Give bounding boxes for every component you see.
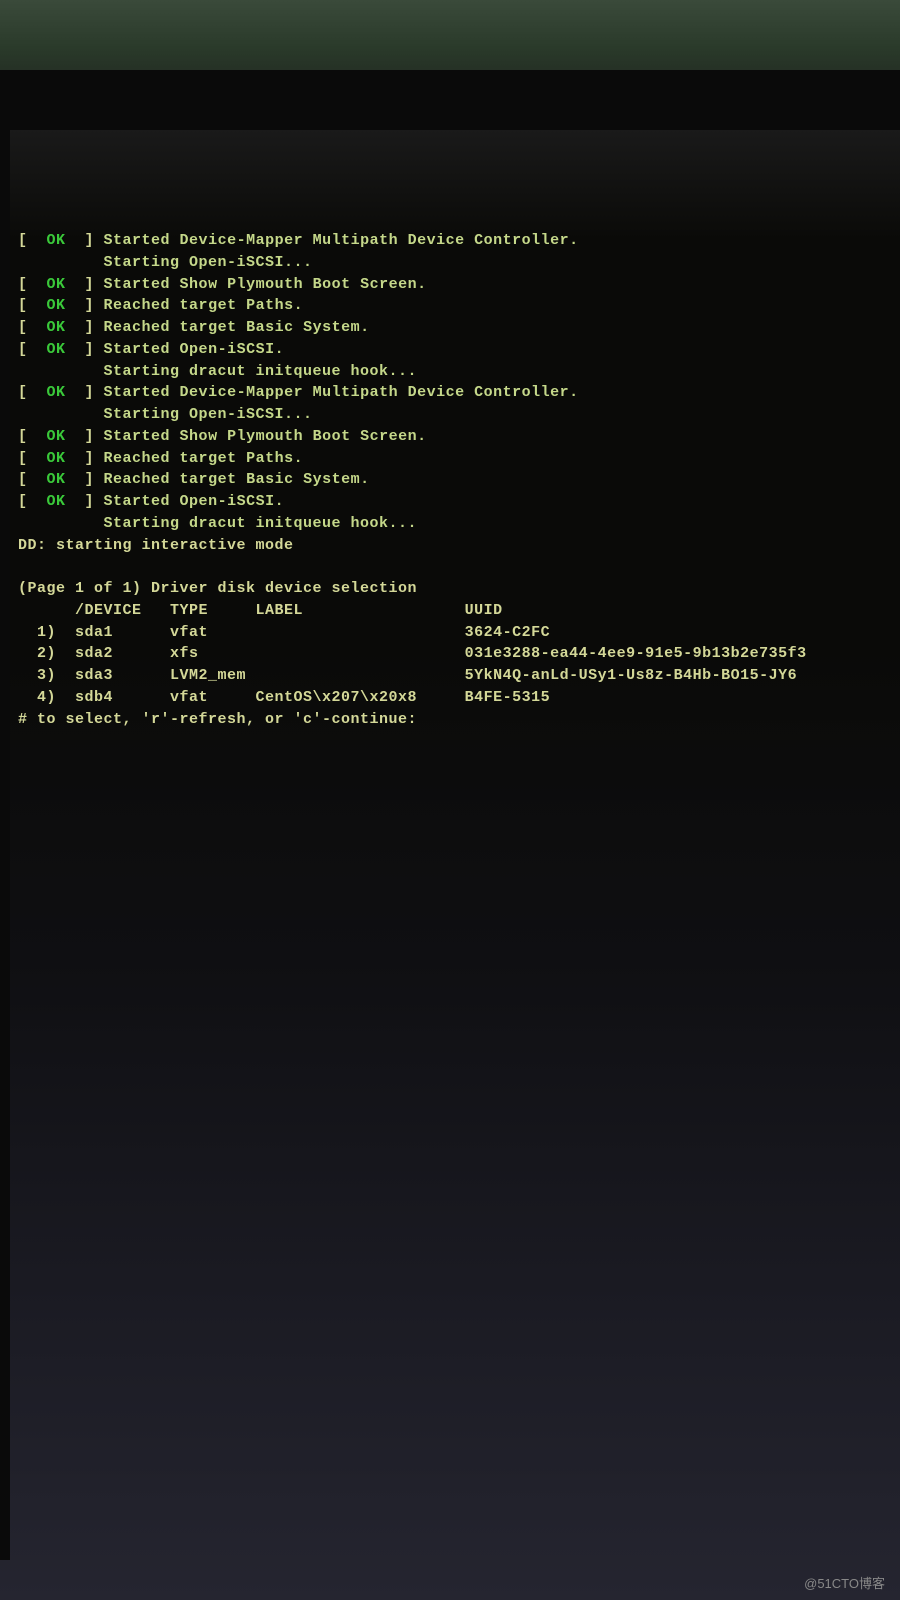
device-row[interactable]: 3) sda3 LVM2_mem 5YkN4Q-anLd-USy1-Us8z-B… [18,665,900,687]
table-header: /DEVICE TYPE LABEL UUID [18,600,900,622]
boot-line: Starting Open-iSCSI... [18,404,900,426]
device-row[interactable]: 4) sdb4 vfat CentOS\x207\x20x8 B4FE-5315 [18,687,900,709]
boot-line: Starting Open-iSCSI... [18,252,900,274]
boot-line: [ OK ] Reached target Basic System. [18,469,900,491]
boot-line: [ OK ] Reached target Paths. [18,448,900,470]
page-header: (Page 1 of 1) Driver disk device selecti… [18,578,900,600]
boot-line: [ OK ] Reached target Basic System. [18,317,900,339]
watermark: @51CTO博客 [804,1573,885,1592]
boot-line: [ OK ] Started Device-Mapper Multipath D… [18,230,900,252]
dd-mode-line: DD: starting interactive mode [18,535,900,557]
boot-line: [ OK ] Started Show Plymouth Boot Screen… [18,274,900,296]
boot-line: [ OK ] Started Device-Mapper Multipath D… [18,382,900,404]
boot-line: [ OK ] Started Show Plymouth Boot Screen… [18,426,900,448]
boot-messages: [ OK ] Started Device-Mapper Multipath D… [18,230,900,535]
blank-line [18,556,900,578]
device-row[interactable]: 2) sda2 xfs 031e3288-ea44-4ee9-91e5-9b13… [18,643,900,665]
terminal-output[interactable]: [ OK ] Started Device-Mapper Multipath D… [18,230,900,730]
boot-line: Starting dracut initqueue hook... [18,513,900,535]
boot-line: [ OK ] Reached target Paths. [18,295,900,317]
device-row[interactable]: 1) sda1 vfat 3624-C2FC [18,622,900,644]
boot-line: [ OK ] Started Open-iSCSI. [18,339,900,361]
boot-line: [ OK ] Started Open-iSCSI. [18,491,900,513]
prompt-line[interactable]: # to select, 'r'-refresh, or 'c'-continu… [18,709,900,731]
boot-line: Starting dracut initqueue hook... [18,361,900,383]
device-list: 1) sda1 vfat 3624-C2FC 2) sda2 xfs 031e3… [18,622,900,709]
